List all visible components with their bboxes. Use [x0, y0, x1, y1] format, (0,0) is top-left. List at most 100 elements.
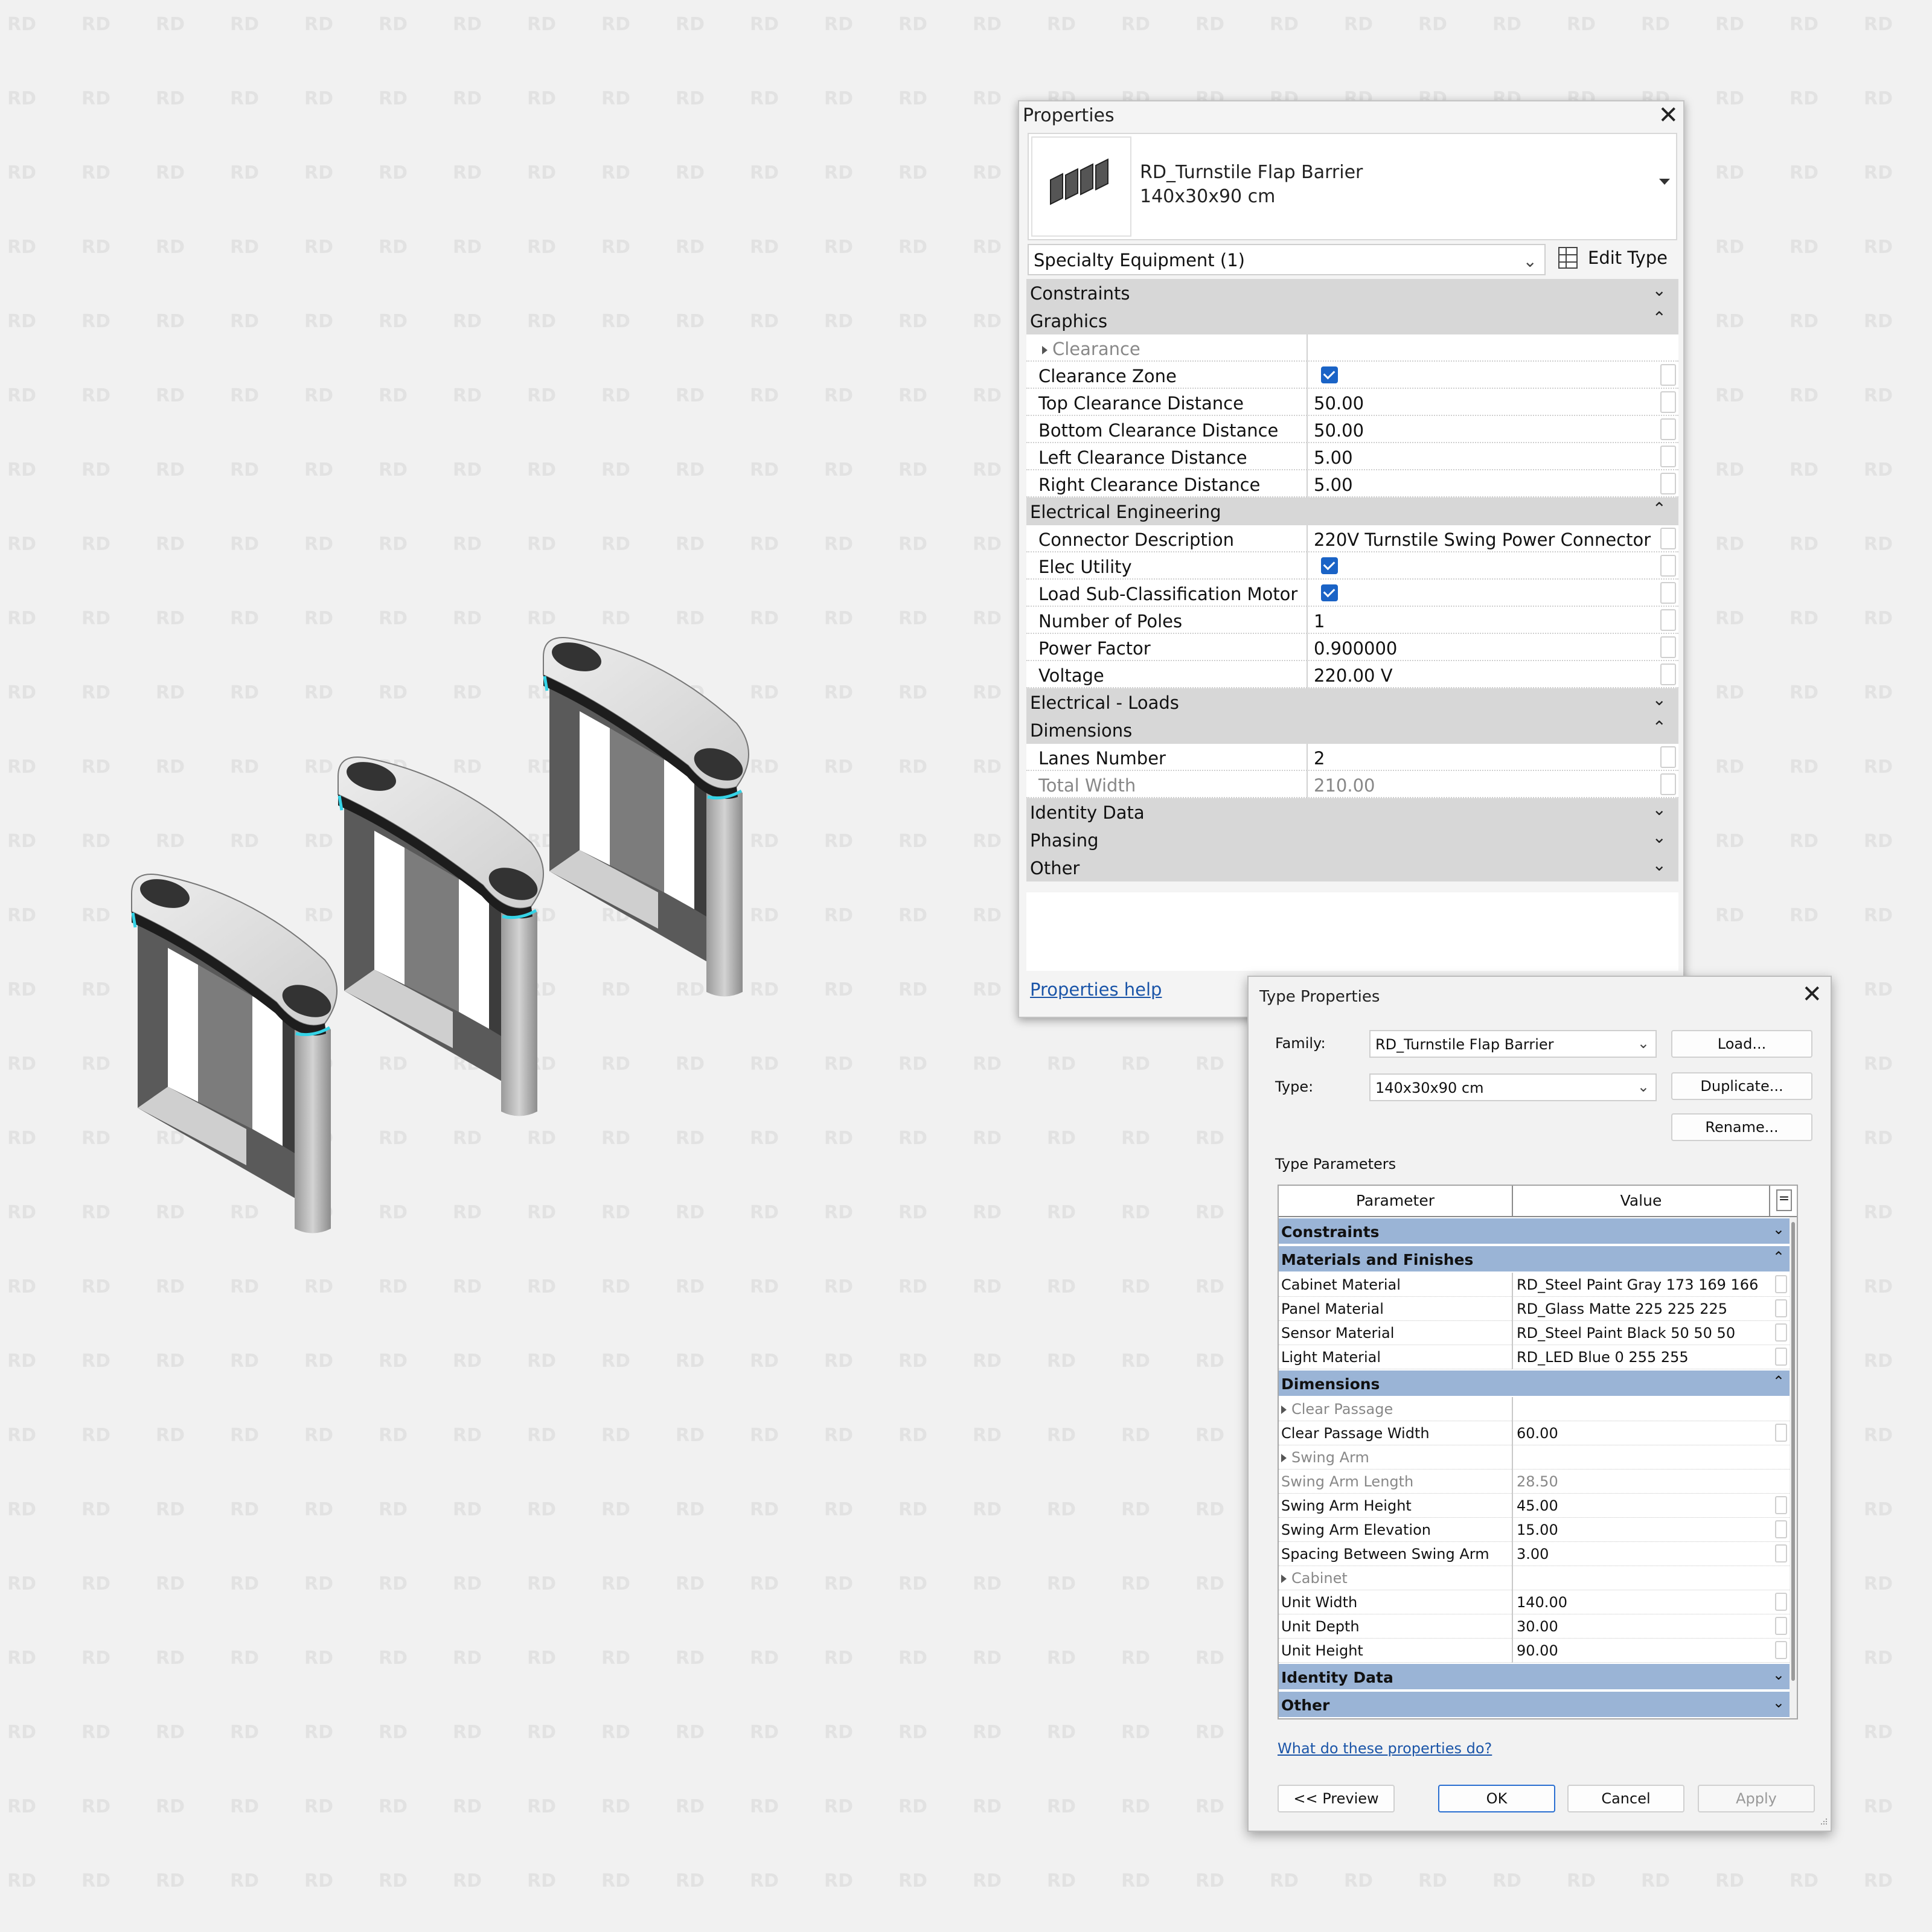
- apply-button[interactable]: Apply: [1698, 1785, 1815, 1812]
- param-name: Unit Depth: [1281, 1618, 1360, 1635]
- group-dimensions[interactable]: Dimensions ⌃: [1026, 716, 1678, 744]
- properties-help-link[interactable]: Properties help: [1030, 979, 1162, 1000]
- column-header-parameter[interactable]: Parameter: [1279, 1186, 1513, 1216]
- opening-left: [580, 711, 610, 865]
- param-name: Right Clearance Distance: [1038, 475, 1261, 495]
- dialog-title: Type Properties: [1259, 988, 1380, 1006]
- param-name: Clear Passage Width: [1281, 1425, 1430, 1442]
- clearance-zone-checkbox[interactable]: [1321, 366, 1338, 383]
- close-icon[interactable]: ✕: [1658, 101, 1678, 129]
- param-value[interactable]: RD_LED Blue 0 255 255: [1517, 1349, 1689, 1366]
- expand-icon[interactable]: ⌄: [1773, 1666, 1785, 1683]
- type-name: RD_Turnstile Flap Barrier: [1140, 162, 1363, 183]
- param-value[interactable]: 50.00: [1314, 393, 1364, 414]
- param-value[interactable]: RD_Glass Matte 225 225 225: [1517, 1300, 1727, 1317]
- grid-header: Parameter Value =: [1279, 1186, 1797, 1217]
- group-dimensions[interactable]: Dimensions ⌃: [1279, 1369, 1797, 1397]
- param-value[interactable]: 140.00: [1517, 1594, 1567, 1611]
- expand-icon[interactable]: ⌄: [1652, 827, 1666, 847]
- param-row: Panel Material RD_Glass Matte 225 225 225: [1279, 1297, 1797, 1321]
- collapse-icon[interactable]: ⌃: [1773, 1249, 1785, 1265]
- instance-filter-dropdown[interactable]: Specialty Equipment (1) ⌄: [1028, 244, 1546, 275]
- param-value[interactable]: 2: [1314, 748, 1325, 769]
- vertical-scrollbar[interactable]: [1790, 1217, 1797, 1718]
- group-label: Constraints: [1281, 1223, 1380, 1241]
- family-label: Family:: [1275, 1035, 1326, 1052]
- param-value[interactable]: 220V Turnstile Swing Power Connector: [1314, 529, 1651, 550]
- expand-icon[interactable]: ⌄: [1773, 1694, 1785, 1711]
- family-dropdown[interactable]: RD_Turnstile Flap Barrier ⌄: [1369, 1030, 1657, 1058]
- end-post: [706, 784, 743, 997]
- edit-type-button[interactable]: Edit Type: [1558, 243, 1676, 275]
- chevron-down-icon[interactable]: [1659, 179, 1670, 185]
- group-identity-data[interactable]: Identity Data ⌄: [1279, 1663, 1797, 1690]
- param-name: Swing Arm Height: [1281, 1497, 1412, 1514]
- param-value[interactable]: 15.00: [1517, 1521, 1558, 1538]
- group-other[interactable]: Other ⌄: [1279, 1690, 1797, 1718]
- properties-help-link[interactable]: What do these properties do?: [1278, 1740, 1492, 1757]
- group-phasing[interactable]: Phasing ⌄: [1026, 826, 1678, 854]
- expand-icon[interactable]: ⌄: [1652, 280, 1666, 300]
- group-electrical-engineering[interactable]: Electrical Engineering ⌃: [1026, 497, 1678, 525]
- param-value[interactable]: 220.00 V: [1314, 665, 1393, 686]
- param-value[interactable]: 3.00: [1517, 1546, 1549, 1563]
- expand-triangle-icon[interactable]: [1281, 1575, 1287, 1583]
- scrollbar-thumb[interactable]: [1791, 1222, 1795, 1681]
- param-name: Unit Width: [1281, 1594, 1358, 1611]
- param-name: Cabinet Material: [1281, 1276, 1401, 1293]
- param-value[interactable]: RD_Steel Paint Gray 173 169 166: [1517, 1276, 1758, 1293]
- group-label: Electrical - Loads: [1030, 693, 1179, 713]
- type-dropdown[interactable]: 140x30x90 cm ⌄: [1369, 1073, 1657, 1101]
- ok-button[interactable]: OK: [1438, 1785, 1555, 1812]
- expand-icon[interactable]: ⌄: [1652, 799, 1666, 819]
- group-constraints[interactable]: Constraints ⌄: [1279, 1217, 1797, 1245]
- resize-grip-icon[interactable]: [1817, 1817, 1828, 1828]
- preview-button[interactable]: << Preview: [1278, 1785, 1395, 1812]
- param-value[interactable]: 50.00: [1314, 420, 1364, 441]
- param-value[interactable]: 1: [1314, 611, 1325, 632]
- expand-icon[interactable]: ⌄: [1773, 1221, 1785, 1238]
- param-value[interactable]: 45.00: [1517, 1497, 1558, 1514]
- expand-triangle-icon[interactable]: [1281, 1406, 1287, 1414]
- param-row: Bottom Clearance Distance 50.00: [1026, 416, 1678, 443]
- param-value[interactable]: RD_Steel Paint Black 50 50 50: [1517, 1325, 1735, 1342]
- expand-icon[interactable]: ⌄: [1652, 855, 1666, 875]
- group-graphics[interactable]: Graphics ⌃: [1026, 307, 1678, 334]
- group-label: Graphics: [1030, 311, 1108, 331]
- group-label: Phasing: [1030, 830, 1099, 851]
- column-header-formula[interactable]: =: [1776, 1189, 1792, 1211]
- rename-button[interactable]: Rename...: [1671, 1113, 1812, 1141]
- expand-triangle-icon[interactable]: [1281, 1454, 1287, 1462]
- param-value[interactable]: 0.900000: [1314, 638, 1397, 659]
- collapse-icon[interactable]: ⌃: [1773, 1373, 1785, 1390]
- close-icon[interactable]: ✕: [1802, 980, 1822, 1008]
- collapse-icon[interactable]: ⌃: [1652, 717, 1666, 737]
- opening-right: [664, 760, 694, 909]
- group-constraints[interactable]: Constraints ⌄: [1026, 279, 1678, 307]
- duplicate-button[interactable]: Duplicate...: [1671, 1072, 1812, 1100]
- group-label: Electrical Engineering: [1030, 502, 1221, 522]
- load-button[interactable]: Load...: [1671, 1030, 1812, 1058]
- edit-type-icon: [1558, 247, 1578, 269]
- column-header-value[interactable]: Value: [1513, 1186, 1770, 1216]
- group-materials[interactable]: Materials and Finishes ⌃: [1279, 1245, 1797, 1273]
- collapse-icon[interactable]: ⌃: [1652, 308, 1666, 328]
- expand-triangle-icon[interactable]: [1042, 346, 1048, 354]
- opening-left: [374, 831, 405, 985]
- group-identity-data[interactable]: Identity Data ⌄: [1026, 798, 1678, 826]
- param-value[interactable]: 5.00: [1314, 475, 1353, 495]
- cancel-button[interactable]: Cancel: [1567, 1785, 1684, 1812]
- group-electrical-loads[interactable]: Electrical - Loads ⌄: [1026, 688, 1678, 716]
- param-value[interactable]: 90.00: [1517, 1642, 1558, 1659]
- param-value[interactable]: 5.00: [1314, 447, 1353, 468]
- param-name: Bottom Clearance Distance: [1038, 420, 1279, 441]
- elec-utility-checkbox[interactable]: [1321, 557, 1338, 574]
- load-sub-motor-checkbox[interactable]: [1321, 584, 1338, 601]
- param-row: Connector Description 220V Turnstile Swin…: [1026, 525, 1678, 552]
- expand-icon[interactable]: ⌄: [1652, 689, 1666, 709]
- group-other[interactable]: Other ⌄: [1026, 854, 1678, 881]
- type-selector[interactable]: RD_Turnstile Flap Barrier 140x30x90 cm: [1028, 133, 1677, 240]
- param-value[interactable]: 60.00: [1517, 1425, 1558, 1442]
- param-value[interactable]: 30.00: [1517, 1618, 1558, 1635]
- collapse-icon[interactable]: ⌃: [1652, 499, 1666, 519]
